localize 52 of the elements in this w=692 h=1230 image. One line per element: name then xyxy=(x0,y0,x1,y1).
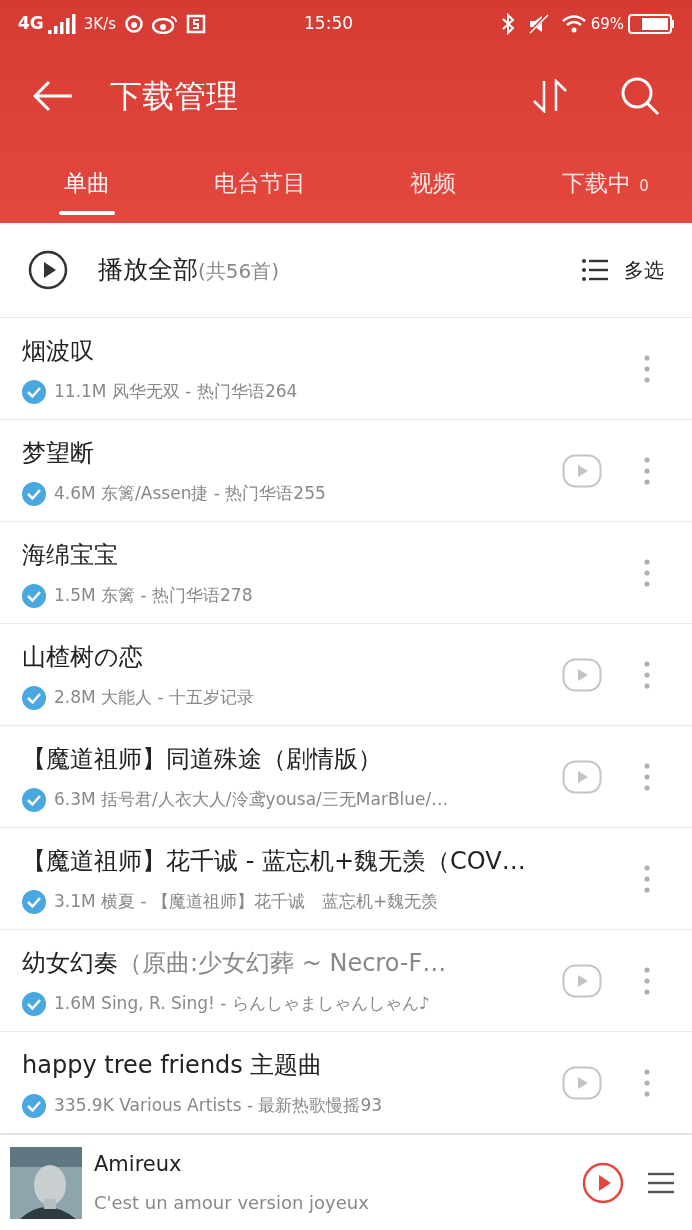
song-details: 335.9K Various Artists - 最新热歌慢摇93 xyxy=(54,1093,383,1117)
tab[interactable]: 单曲 xyxy=(0,144,173,223)
battery-percent: 69% xyxy=(590,13,624,35)
clock: 15:50 xyxy=(304,12,354,36)
now-playing-subtitle: C'est un amour version joyeux xyxy=(94,1190,369,1215)
more-icon[interactable] xyxy=(644,864,650,893)
app-notification-icon xyxy=(152,14,179,34)
bluetooth-icon xyxy=(500,13,515,35)
song-title[interactable]: 梦望断 xyxy=(22,434,550,471)
play-all-label[interactable]: 播放全部(共56首) xyxy=(98,251,280,289)
video-play-icon[interactable] xyxy=(562,657,602,692)
more-icon[interactable] xyxy=(644,660,650,689)
more-icon[interactable] xyxy=(644,966,650,995)
song-title[interactable]: 山楂树の恋 xyxy=(22,638,550,675)
battery-icon xyxy=(628,14,674,34)
app-notification-icon xyxy=(124,14,145,34)
song-title[interactable]: 【魔道祖师】同道殊途（剧情版） xyxy=(22,740,550,777)
more-icon[interactable] xyxy=(644,456,650,485)
network-type: 4G xyxy=(18,12,44,36)
wifi-icon xyxy=(560,14,587,34)
video-play-icon[interactable] xyxy=(562,453,602,488)
now-playing-title: Amireux xyxy=(94,1151,183,1179)
app-notification-icon xyxy=(186,14,207,34)
video-play-icon[interactable] xyxy=(562,963,602,998)
song-details: 1.6M Sing, R. Sing! - らんしゃましゃんしゃん♪ xyxy=(54,991,430,1015)
song-details: 4.6M 东篱/Assen捷 - 热门华语255 xyxy=(54,481,326,505)
song-title[interactable]: 海绵宝宝 xyxy=(22,536,602,573)
song-title[interactable]: 【魔道祖师】花千诚 - 蓝忘机+魏无羡（COV… xyxy=(22,842,602,879)
back-icon[interactable] xyxy=(32,80,74,112)
video-play-icon[interactable] xyxy=(562,1065,602,1100)
song-details: 6.3M 括号君/人衣大人/泠鸢yousa/三无MarBlue/… xyxy=(54,787,449,811)
song-details: 1.5M 东篱 - 热门华语278 xyxy=(54,583,253,607)
page-title: 下载管理 xyxy=(110,76,238,117)
song-details: 11.1M 风华无双 - 热门华语264 xyxy=(54,379,298,403)
multi-select-button[interactable]: 多选 xyxy=(624,255,664,285)
search-icon[interactable] xyxy=(620,76,660,116)
list-icon[interactable] xyxy=(582,259,608,281)
song-title[interactable]: happy tree friends 主题曲 xyxy=(22,1046,550,1083)
playlist-icon[interactable] xyxy=(648,1171,674,1194)
song-title[interactable]: 烟波叹 xyxy=(22,332,602,369)
play-icon[interactable] xyxy=(28,250,68,290)
network-speed: 3K/s xyxy=(83,13,117,35)
signal-icon xyxy=(47,14,76,34)
song-title[interactable]: 幼女幻奏（原曲:少女幻葬 ~ Necro-F… xyxy=(22,944,550,981)
mute-icon xyxy=(526,14,549,34)
video-play-icon[interactable] xyxy=(562,759,602,794)
more-icon[interactable] xyxy=(644,1068,650,1097)
more-icon[interactable] xyxy=(644,762,650,791)
more-icon[interactable] xyxy=(644,354,650,383)
song-details: 2.8M 大能人 - 十五岁记录 xyxy=(54,685,255,709)
song-details: 3.1M 横夏 - 【魔道祖师】花千诚 蓝忘机+魏无羡 xyxy=(54,889,439,913)
more-icon[interactable] xyxy=(644,558,650,587)
